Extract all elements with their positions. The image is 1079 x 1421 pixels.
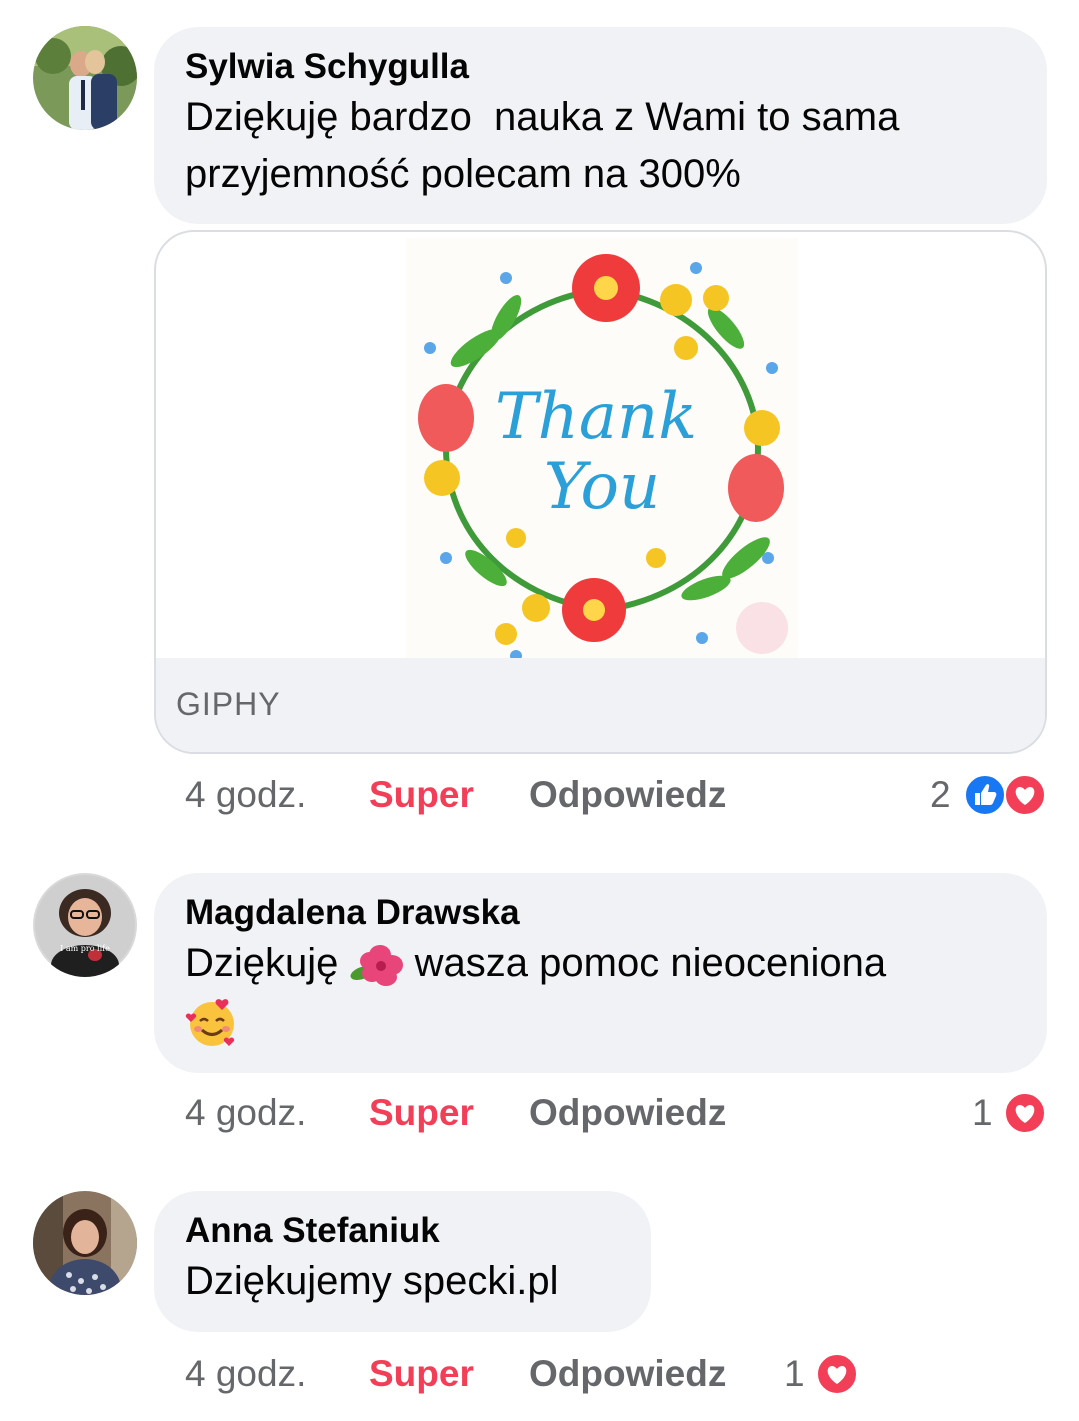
comment-text: Dziękujemy specki.pl (185, 1259, 559, 1303)
reaction-button[interactable]: Super (369, 770, 474, 820)
author-name[interactable]: Anna Stefaniuk (185, 1209, 619, 1253)
timestamp[interactable]: 4 godz. (185, 1088, 306, 1138)
comment-text-segment: Dziękuję (185, 941, 339, 985)
reply-button[interactable]: Odpowiedz (529, 770, 726, 820)
giphy-attachment[interactable]: Thank You GIPHY (154, 230, 1047, 754)
love-icon (1004, 774, 1046, 816)
gif-text-line: Thank (495, 380, 697, 454)
avatar-caption: I am pro life (60, 944, 110, 953)
avatar[interactable]: I am pro life (33, 873, 137, 977)
giphy-label: GIPHY (176, 686, 281, 722)
smiling-face-with-hearts-emoji (185, 999, 235, 1047)
reaction-count: 1 (784, 1353, 805, 1394)
attachment-footer: GIPHY (156, 658, 1045, 752)
comment-text-line: Dziękuję bardzo nauka z Wami to sama (185, 95, 900, 139)
timestamp[interactable]: 4 godz. (185, 1349, 306, 1399)
hibiscus-emoji (350, 945, 403, 987)
reaction-button[interactable]: Super (369, 1088, 474, 1138)
reaction-summary[interactable]: 1 (972, 1088, 1050, 1138)
reaction-button[interactable]: Super (369, 1349, 474, 1399)
comment-bubble: Magdalena Drawska Dziękuję wasza pomoc n… (154, 873, 1047, 1073)
avatar[interactable] (33, 26, 137, 130)
reply-button[interactable]: Odpowiedz (529, 1088, 726, 1138)
comment-bubble: Sylwia Schygulla Dziękuję bardzo nauka z… (154, 27, 1047, 224)
reaction-summary[interactable]: 1 (784, 1349, 862, 1399)
reply-button[interactable]: Odpowiedz (529, 1349, 726, 1399)
comment-text-segment: wasza pomoc nieoceniona (414, 941, 887, 985)
reaction-summary[interactable]: 2 (928, 770, 1050, 820)
comment-text: Dziękuję bardzo nauka z Wami to sama prz… (185, 89, 1015, 203)
avatar[interactable] (33, 1191, 137, 1295)
love-icon (816, 1353, 858, 1395)
comment-text-line: przyjemność polecam na 300% (185, 152, 741, 196)
author-name[interactable]: Magdalena Drawska (185, 891, 1015, 935)
love-icon (1004, 1092, 1046, 1134)
like-icon (964, 774, 1006, 816)
reaction-count: 1 (972, 1092, 993, 1133)
gif-text-line: You (544, 450, 660, 524)
comment-bubble: Anna Stefaniuk Dziękujemy specki.pl (154, 1191, 651, 1332)
comment-text: Dziękuję wasza pomoc nieoceniona (185, 935, 1015, 1049)
author-name[interactable]: Sylwia Schygulla (185, 45, 1015, 89)
timestamp[interactable]: 4 godz. (185, 770, 306, 820)
thank-you-gif: Thank You (406, 238, 798, 662)
reaction-count: 2 (930, 774, 951, 815)
